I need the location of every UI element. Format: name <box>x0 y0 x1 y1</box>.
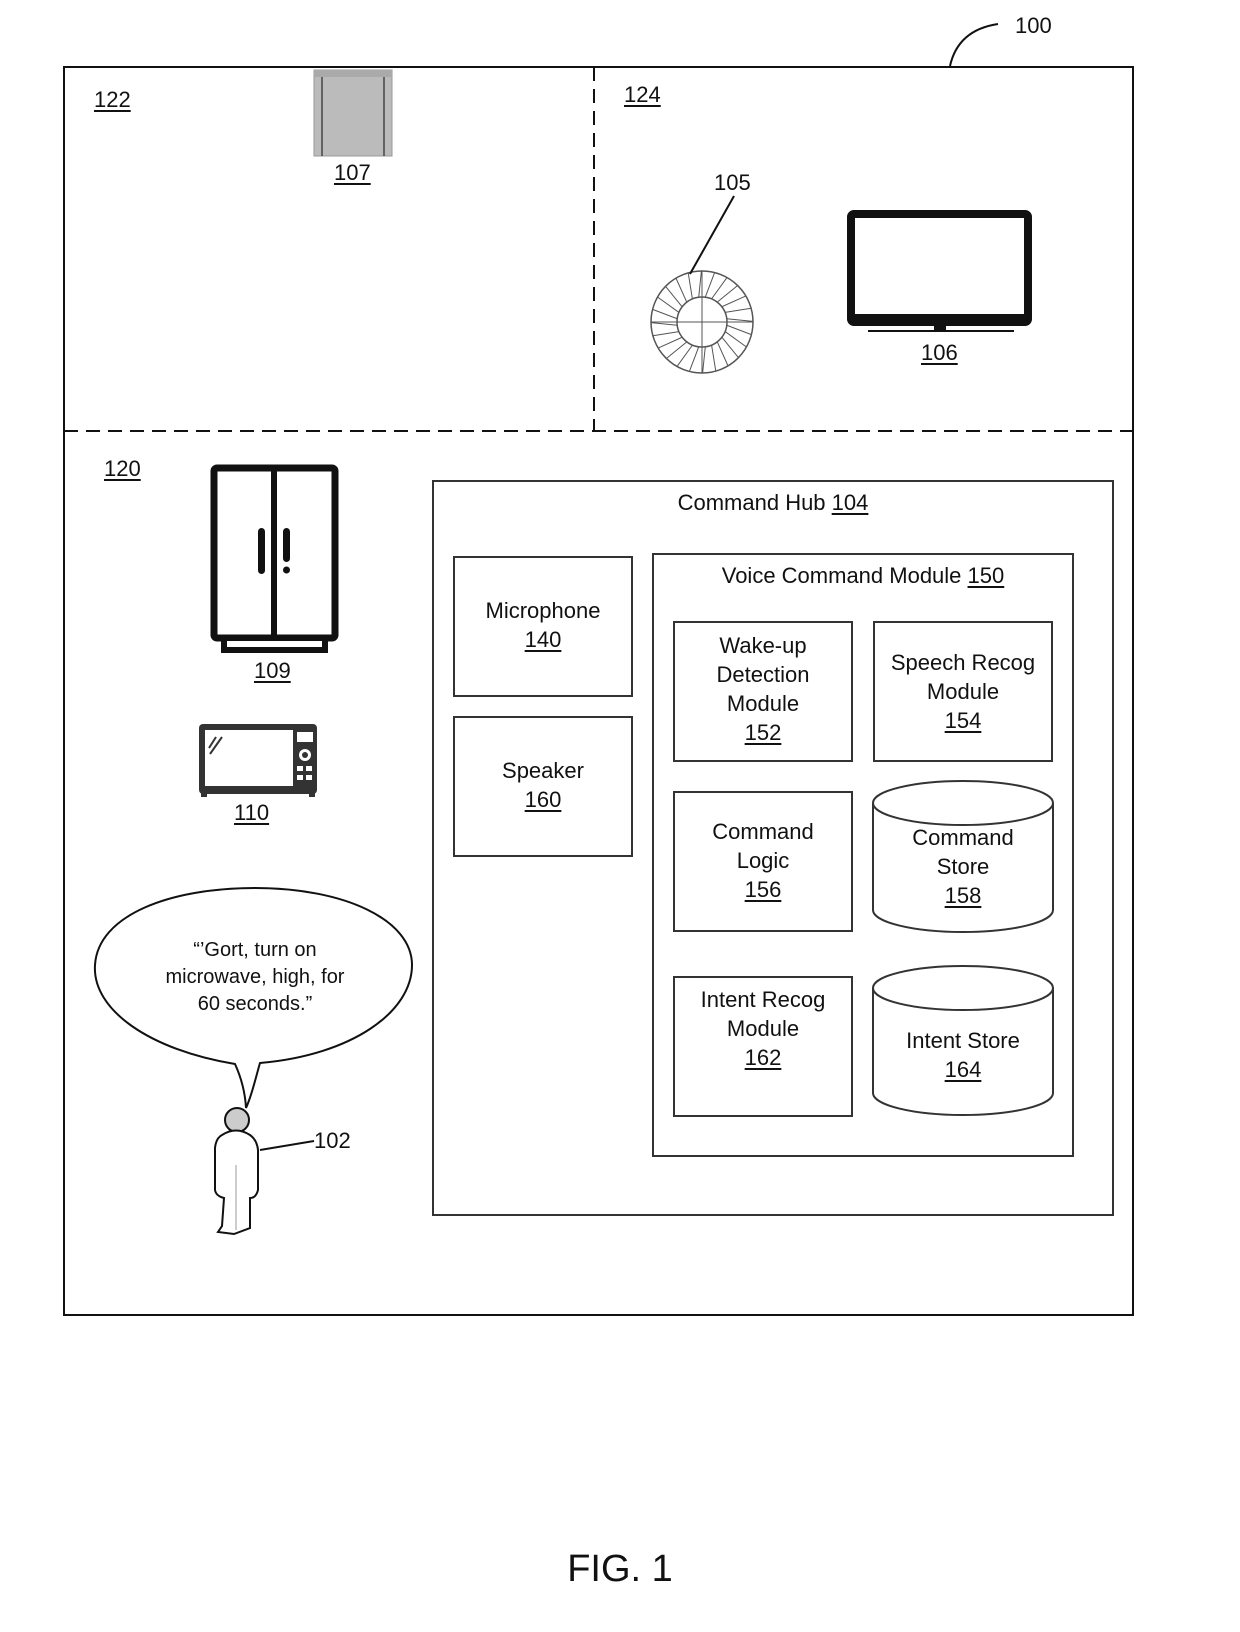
speech-line: “’Gort, turn on <box>193 939 317 961</box>
window-blind-icon <box>313 69 393 157</box>
wake-up-ref: 152 <box>744 720 782 745</box>
speaker-label: Speaker <box>502 758 584 783</box>
person-icon <box>214 1107 259 1236</box>
intent-store-text: Intent Store 164 <box>873 1026 1053 1084</box>
intent-store-ref: 164 <box>944 1057 982 1082</box>
module-label-line: Store <box>936 854 990 879</box>
voice-command-module-title: Voice Command Module 150 <box>653 563 1073 589</box>
device-ref-106: 106 <box>921 340 958 365</box>
module-label-line: Module <box>926 679 1000 704</box>
speech-line: microwave, high, for <box>165 966 345 988</box>
intent-recog-ref: 162 <box>744 1045 782 1070</box>
room-ref-122: 122 <box>94 87 131 112</box>
command-store-text: Command Store 158 <box>873 823 1053 910</box>
intent-recog-module-box: Intent Recog Module 162 <box>673 976 853 1117</box>
microphone-label: Microphone <box>485 598 601 623</box>
module-label-line: Command <box>712 819 814 844</box>
device-ref-109: 109 <box>254 658 291 683</box>
command-store-ref: 158 <box>944 883 982 908</box>
device-ref-105: 105 <box>714 170 751 195</box>
room-ref-120: 120 <box>104 456 141 481</box>
device-ref-107: 107 <box>334 160 371 185</box>
module-label-line: Logic <box>736 848 790 873</box>
light-fixture-icon <box>650 270 754 374</box>
speech-recog-ref: 154 <box>944 708 982 733</box>
module-label-line: Intent Recog <box>700 987 826 1012</box>
microphone-box: Microphone 140 <box>453 556 633 697</box>
command-hub-label: Command Hub <box>677 490 826 515</box>
speaker-ref: 160 <box>524 787 562 812</box>
module-label-line: Command <box>912 825 1014 850</box>
television-icon <box>847 210 1032 332</box>
speaker-box: Speaker 160 <box>453 716 633 857</box>
command-hub-ref: 104 <box>831 490 869 515</box>
refrigerator-icon <box>210 464 339 653</box>
microphone-ref: 140 <box>524 627 562 652</box>
leader-line-100 <box>949 23 999 67</box>
voice-command-module-ref: 150 <box>967 563 1005 588</box>
microwave-icon <box>199 724 317 797</box>
module-label-line: Wake-up <box>719 633 807 658</box>
user-ref-102: 102 <box>314 1128 351 1153</box>
command-hub-title: Command Hub 104 <box>433 490 1113 516</box>
command-logic-ref: 156 <box>744 877 782 902</box>
module-label-line: Detection <box>716 662 810 687</box>
leader-line-102 <box>259 1140 315 1151</box>
module-label-line: Intent Store <box>906 1028 1020 1053</box>
speech-line: 60 seconds.” <box>197 993 313 1015</box>
module-label-line: Module <box>726 691 800 716</box>
speech-text: “’Gort, turn on microwave, high, for 60 … <box>128 937 382 1018</box>
voice-command-module-label: Voice Command Module <box>721 563 962 588</box>
figure-caption: FIG. 1 <box>567 1548 673 1590</box>
module-label-line: Speech Recog <box>890 650 1036 675</box>
module-label-line: Module <box>726 1016 800 1041</box>
figure-ref-100: 100 <box>1015 13 1052 38</box>
device-ref-110: 110 <box>234 800 270 825</box>
leader-line-105 <box>689 195 735 275</box>
command-logic-box: Command Logic 156 <box>673 791 853 932</box>
wake-up-detection-module-box: Wake-up Detection Module 152 <box>673 621 853 762</box>
speech-recog-module-box: Speech Recog Module 154 <box>873 621 1053 762</box>
room-ref-124: 124 <box>624 82 661 107</box>
